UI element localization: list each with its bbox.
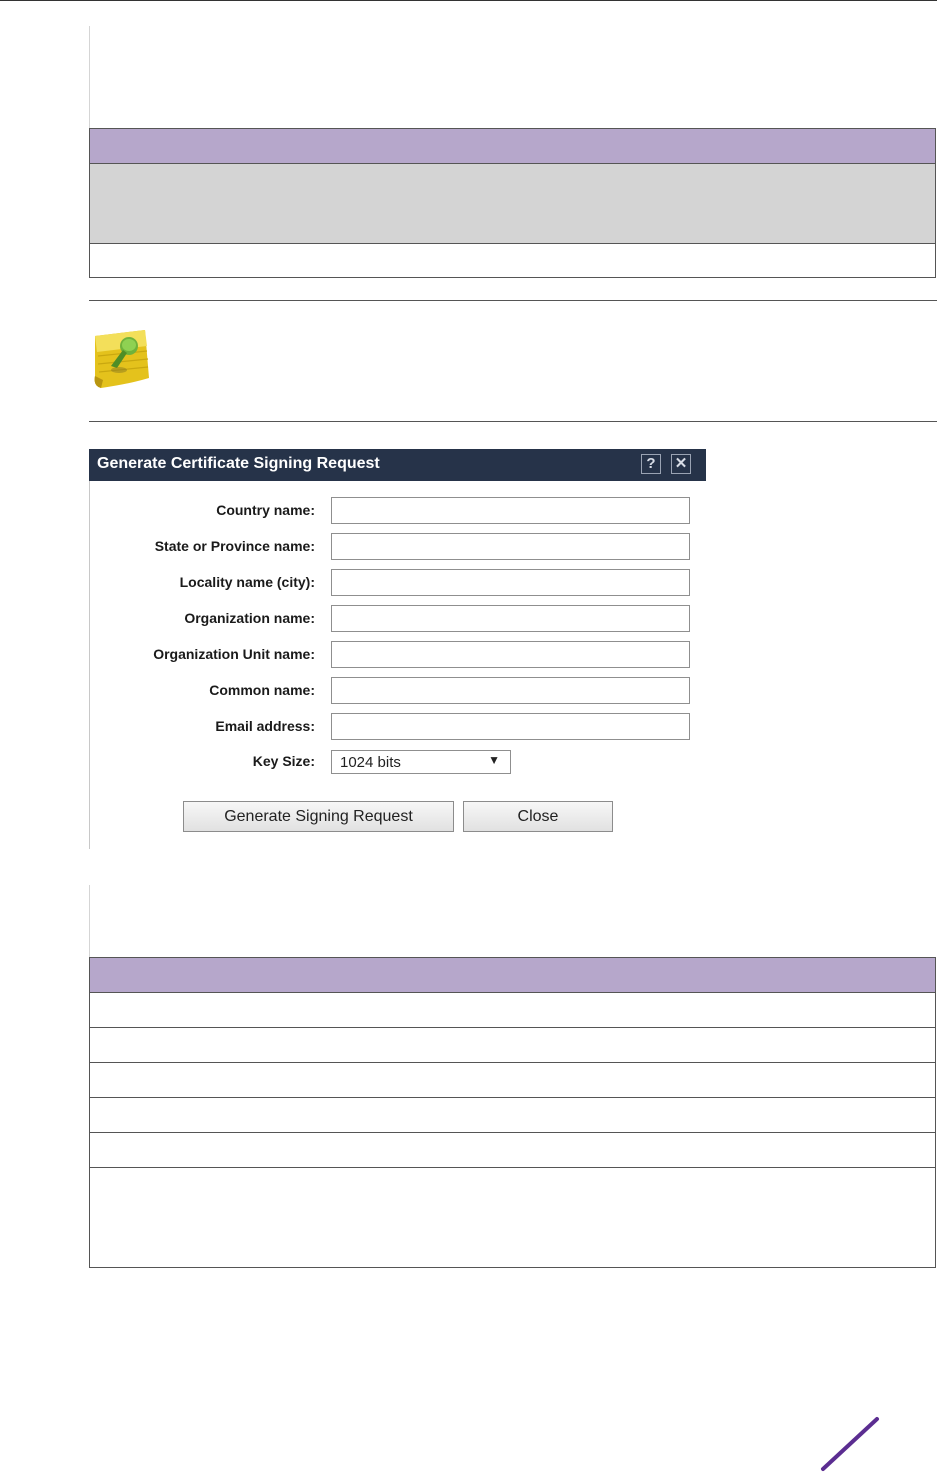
table-header [90,129,935,164]
note-top-rule [89,300,937,301]
margin-guide [89,26,90,129]
table-row [90,993,935,1028]
table-2 [89,957,936,1268]
form-row-org-unit: Organization Unit name: [89,641,706,669]
table-row [90,244,935,277]
org-unit-name-label: Organization Unit name: [153,646,315,662]
organization-name-input[interactable] [331,605,690,632]
key-size-label: Key Size: [252,753,315,769]
pushpin-note-icon [89,326,153,390]
chevron-down-icon: ▼ [488,753,500,767]
key-size-value: 1024 bits [340,754,401,771]
form-row-state: State or Province name: [89,533,706,561]
locality-name-input[interactable] [331,569,690,596]
country-name-input[interactable] [331,497,690,524]
state-name-label: State or Province name: [154,538,315,554]
form-row-country: Country name: [89,497,706,525]
form-row-organization: Organization name: [89,605,706,633]
state-name-input[interactable] [331,533,690,560]
table-row [90,164,935,244]
table-row [90,1028,935,1063]
common-name-label: Common name: [209,682,315,698]
page-top-rule [0,0,937,1]
dialog-title: Generate Certificate Signing Request [97,455,380,472]
generate-signing-request-button[interactable]: Generate Signing Request [183,801,454,832]
form-row-email: Email address: [89,713,706,741]
margin-guide [89,885,90,957]
form-row-common-name: Common name: [89,677,706,705]
table-row [90,1098,935,1133]
locality-name-label: Locality name (city): [179,574,315,590]
email-address-input[interactable] [331,713,690,740]
organization-name-label: Organization name: [184,610,315,626]
common-name-input[interactable] [331,677,690,704]
table-header [90,958,935,993]
dialog-titlebar: Generate Certificate Signing Request ? ✕ [89,449,706,481]
table-row [90,1168,935,1267]
close-button[interactable]: Close [463,801,613,832]
key-size-select[interactable]: 1024 bits ▼ [331,750,511,774]
help-icon[interactable]: ? [641,454,661,474]
csr-dialog: Generate Certificate Signing Request ? ✕… [89,449,706,849]
brand-slash-logo [815,1415,885,1473]
form-row-locality: Locality name (city): [89,569,706,597]
table-1 [89,128,936,278]
form-row-key-size: Key Size: 1024 bits ▼ [89,748,706,776]
email-address-label: Email address: [215,718,315,734]
org-unit-name-input[interactable] [331,641,690,668]
close-icon[interactable]: ✕ [671,454,691,474]
note-bottom-rule [89,421,937,422]
table-row [90,1133,935,1168]
table-row [90,1063,935,1098]
country-name-label: Country name: [216,502,315,518]
